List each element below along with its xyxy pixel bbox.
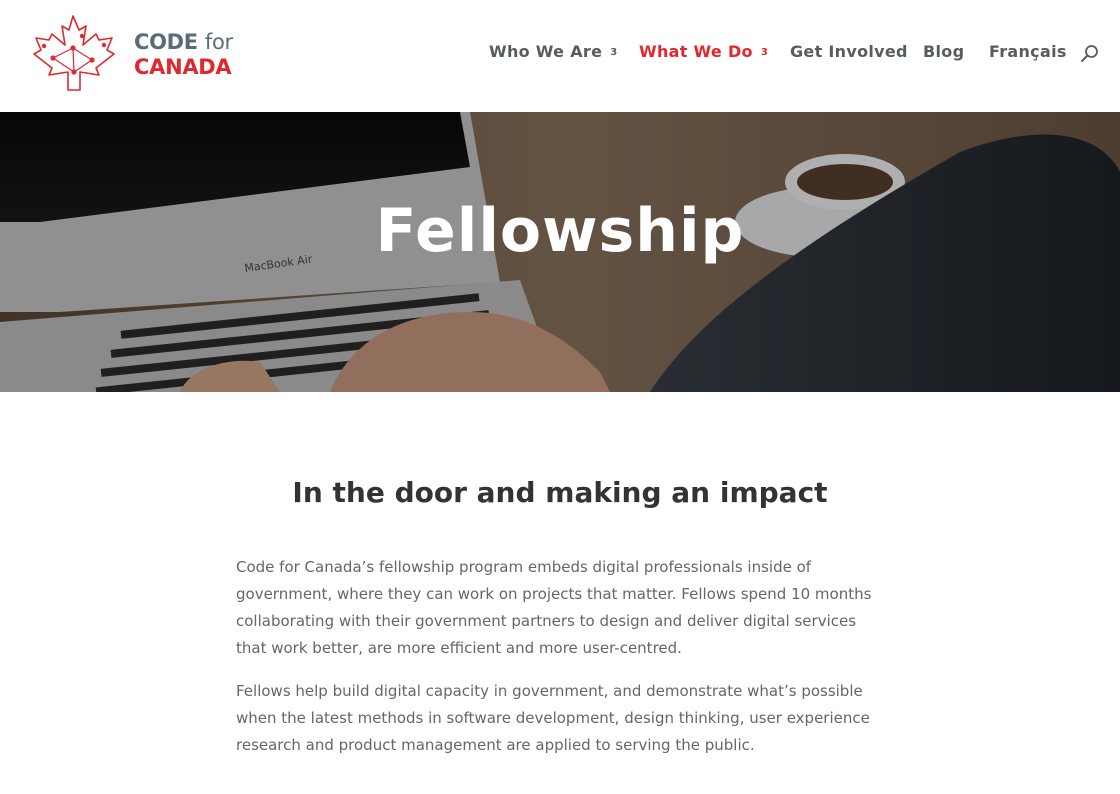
capacity-paragraph: Fellows help build digital capacity in g… [236, 682, 870, 754]
hero-banner: MacBook Air Fellowship [0, 112, 1120, 392]
nav-item-what-we-do[interactable]: What We Do 3 [639, 42, 768, 61]
search-icon[interactable] [1080, 44, 1100, 64]
maple-leaf-logo-icon [33, 15, 115, 91]
site-logo[interactable]: CODE for CANADA [26, 12, 256, 94]
nav-item-who-we-are[interactable]: Who We Are 3 [489, 42, 618, 61]
logo-for-text: for [204, 30, 233, 54]
nav-item-blog[interactable]: Blog [923, 42, 964, 61]
nav-item-label: What We Do [639, 42, 753, 61]
nav-item-francais[interactable]: Français [989, 42, 1067, 61]
logo-code-text: CODE [134, 30, 198, 54]
chevron-down-icon: 3 [610, 47, 618, 58]
nav-item-get-involved[interactable]: Get Involved [790, 42, 908, 61]
main-content: In the door and making an impact Code fo… [0, 392, 1120, 794]
intro-paragraph: Code for Canada’s fellowship program emb… [236, 558, 872, 657]
nav-item-label: Blog [923, 42, 965, 61]
logo-canada-text: CANADA [134, 55, 232, 79]
nav-item-label: Get Involved [790, 42, 908, 61]
chevron-down-icon: 3 [760, 47, 769, 58]
nav-item-label: Who We Are [489, 42, 603, 61]
section-heading: In the door and making an impact [292, 476, 828, 509]
logo-wordmark: CODE for CANADA [134, 30, 233, 80]
nav-item-label: Français [989, 42, 1067, 61]
site-header: CODE for CANADA Who We Are 3 What We Do 3 … [0, 0, 1120, 112]
page-title: Fellowship [375, 196, 745, 266]
